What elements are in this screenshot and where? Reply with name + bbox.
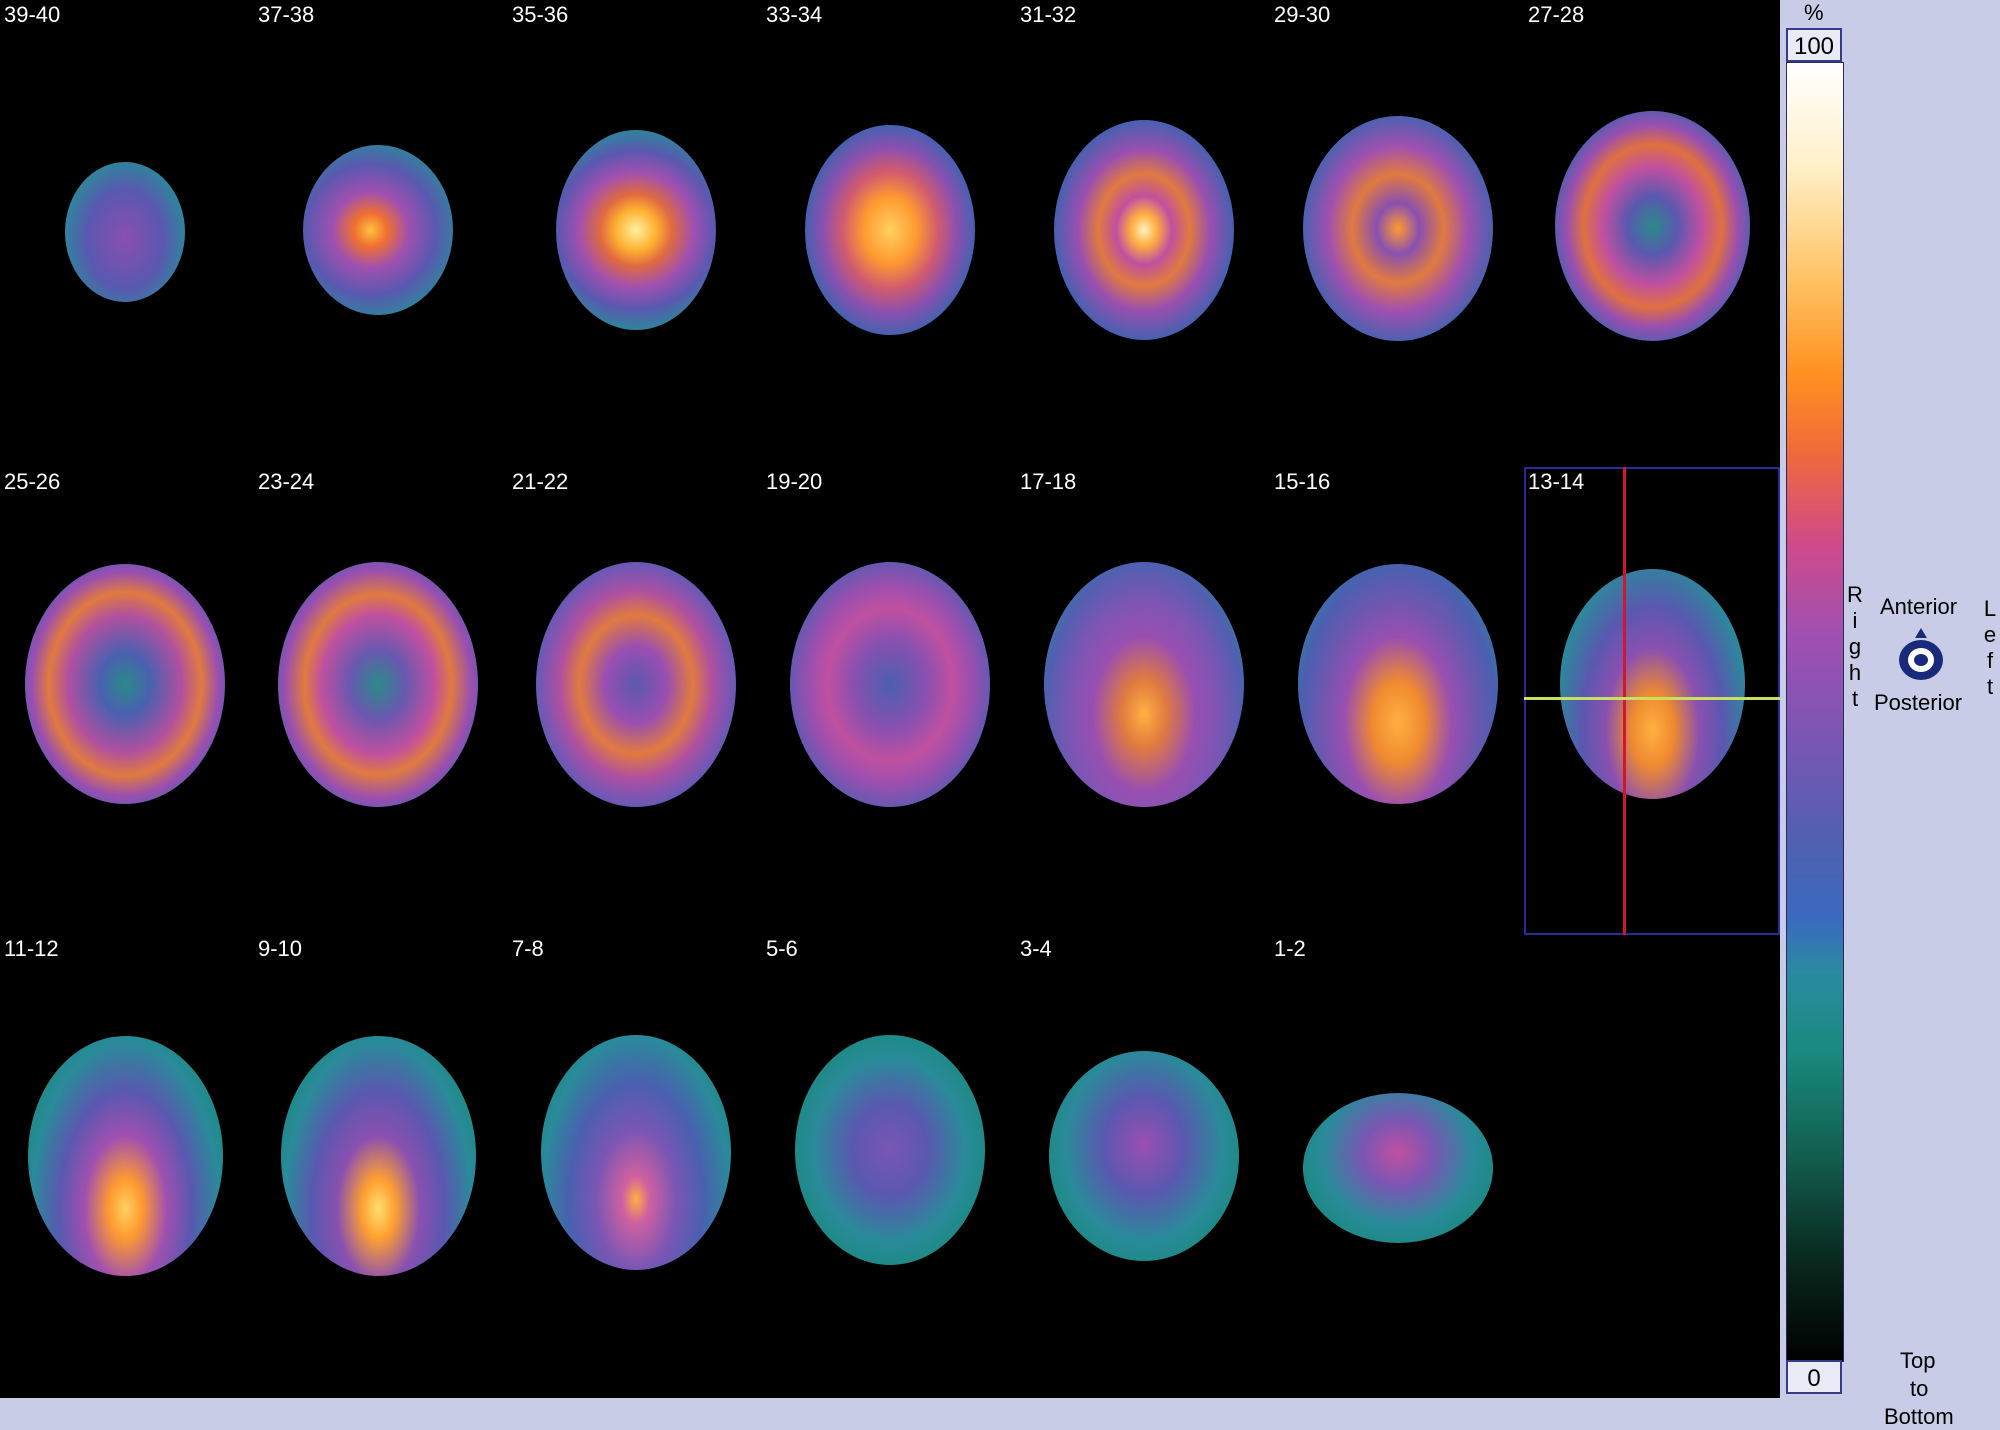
slice-label: 29-30 [1274,2,1331,27]
orientation-letter: t [1851,686,1859,711]
crosshair-horizontal[interactable] [1524,697,1780,700]
order-line-bottom: Bottom [1884,1404,1954,1429]
brain-slice-image[interactable] [303,145,453,315]
brain-slice-image[interactable] [1049,1051,1239,1261]
orientation-letter: L [1983,596,1997,621]
bottom-strip [0,1398,1780,1430]
anterior-label: Anterior [1880,594,1958,619]
crosshair-vertical[interactable] [1623,467,1626,935]
slice-label: 19-20 [766,469,823,494]
selected-slice-box[interactable] [1524,467,1780,935]
brain-slice-image[interactable] [536,561,736,807]
colorbar-max-label: 100 [1786,28,1842,62]
brain-slice-image[interactable] [65,162,185,302]
slice-label: 7-8 [512,936,544,961]
brain-slice-image[interactable] [1303,1093,1493,1243]
slice-label: 23-24 [258,469,315,494]
slice-label: 31-32 [1020,2,1077,27]
head-orientation-icon [1896,626,1946,682]
orientation-letter: R [1847,582,1863,607]
brain-slice-image[interactable] [280,1036,476,1276]
brain-slice-image[interactable] [541,1034,731,1270]
color-scale-bar [1786,62,1844,1362]
brain-slice-image[interactable] [795,1035,985,1265]
slice-label: 5-6 [766,936,798,961]
slice-label: 21-22 [512,469,569,494]
orientation-letter: e [1983,622,1997,647]
brain-slice-image[interactable] [790,561,990,807]
orientation-letter: f [1986,648,1994,673]
slice-label: 33-34 [766,2,823,27]
slice-label: 9-10 [258,936,303,961]
slice-label: 15-16 [1274,469,1331,494]
slice-label: 1-2 [1274,936,1306,961]
brain-slice-image[interactable] [1298,564,1498,804]
slice-label: 11-12 [4,936,59,961]
order-line-to: to [1910,1376,1929,1401]
orientation-letter: i [1852,608,1858,633]
brain-slice-image[interactable] [25,564,225,804]
brain-slice-image[interactable] [1044,561,1244,807]
brain-slice-image[interactable] [556,130,716,330]
slice-label: 3-4 [1020,936,1052,961]
brain-slice-image[interactable] [1554,111,1750,341]
colorbar-unit: % [1804,0,1824,25]
orientation-letter: t [1986,674,1994,699]
slice-label: 39-40 [4,2,61,27]
slice-label: 25-26 [4,469,61,494]
slice-viewer[interactable]: 39-40 37-38 35-36 33-34 31-32 29-30 27-28 25-26… [0,0,1780,1398]
brain-slice-image[interactable] [1303,115,1493,341]
posterior-label: Posterior [1874,690,1963,715]
slice-label: 37-38 [258,2,315,27]
colorbar-min-label: 0 [1786,1360,1842,1394]
brain-slice-image[interactable] [1054,120,1234,340]
slice-label: 17-18 [1020,469,1077,494]
brain-slice-image[interactable] [805,125,975,335]
slice-label: 27-28 [1528,2,1585,27]
brain-slice-image[interactable] [278,561,478,807]
brain-slice-image[interactable] [27,1036,223,1276]
order-line-top: Top [1900,1348,1936,1373]
orientation-letter: h [1848,660,1862,685]
slice-label: 35-36 [512,2,569,27]
orientation-letter: g [1848,634,1862,659]
